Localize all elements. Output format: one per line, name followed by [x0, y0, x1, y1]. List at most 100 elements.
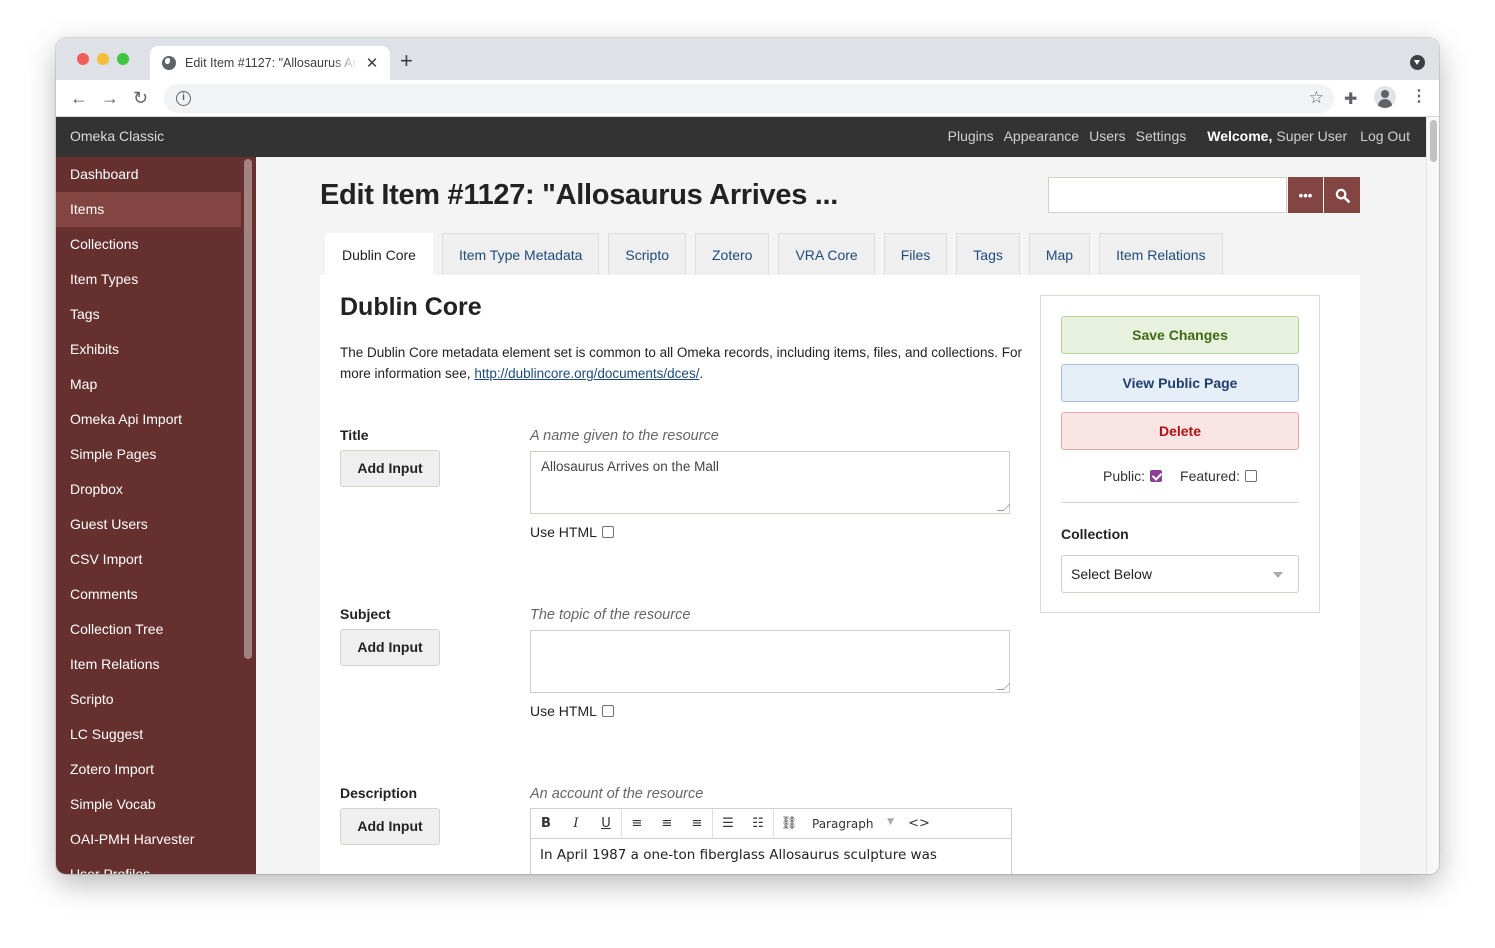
address-bar[interactable]: i ☆ [164, 84, 1334, 113]
back-icon[interactable]: ← [70, 88, 88, 108]
scrollbar-thumb[interactable] [1430, 120, 1437, 162]
tab-map[interactable]: Map [1028, 233, 1091, 275]
sidebar-item-lc-suggest[interactable]: LC Suggest [56, 717, 241, 752]
add-input-button[interactable]: Add Input [340, 629, 440, 666]
site-info-icon[interactable]: i [176, 91, 191, 106]
sidebar-item-dropbox[interactable]: Dropbox [56, 472, 241, 507]
sidebar-item-tags[interactable]: Tags [56, 297, 241, 332]
underline-icon[interactable]: U [591, 816, 621, 831]
tab-vra-core[interactable]: VRA Core [778, 233, 875, 275]
page-scrollbar[interactable] [1426, 117, 1439, 874]
tab-scripto[interactable]: Scripto [608, 233, 686, 275]
field-label: Subject [340, 606, 391, 622]
featured-checkbox[interactable] [1244, 470, 1257, 482]
align-left-icon[interactable]: ≡ [622, 816, 652, 831]
sidebar-item-collections[interactable]: Collections [56, 227, 241, 262]
sidebar-item-item-types[interactable]: Item Types [56, 262, 241, 297]
browser-toolbar: ← → ↻ i ☆ ✚ ⋮ [56, 80, 1439, 117]
sidebar-item-simple-pages[interactable]: Simple Pages [56, 437, 241, 472]
nav-settings[interactable]: Settings [1136, 128, 1187, 144]
use-html-checkbox[interactable] [601, 526, 614, 538]
rich-text-editor: B I U ≡ ≡ ≡ ☰ ☷ ⛓ Paragraph ▼ <> In Apri… [530, 808, 1012, 874]
italic-icon[interactable]: I [561, 816, 591, 831]
sidebar-item-user-profiles[interactable]: User Profiles [56, 857, 241, 874]
format-select[interactable]: Paragraph ▼ [804, 817, 904, 831]
bookmark-star-icon[interactable]: ☆ [1309, 88, 1324, 108]
tab-strip: Edit Item #1127: "Allosaurus Arrives on … [56, 38, 1439, 80]
sidebar-item-items[interactable]: Items [56, 192, 241, 227]
align-center-icon[interactable]: ≡ [652, 816, 682, 831]
search-submit-button[interactable] [1323, 177, 1360, 213]
sidebar-item-item-relations[interactable]: Item Relations [56, 647, 241, 682]
browser-menu-icon[interactable]: ⋮ [1411, 87, 1427, 107]
new-tab-button[interactable]: + [400, 50, 413, 72]
browser-tab[interactable]: Edit Item #1127: "Allosaurus Arrives on … [150, 46, 390, 80]
use-html-checkbox[interactable] [601, 705, 614, 717]
section-description: The Dublin Core metadata element set is … [340, 342, 1030, 384]
add-input-button[interactable]: Add Input [340, 808, 440, 845]
nav-users[interactable]: Users [1089, 128, 1126, 144]
delete-button[interactable]: Delete [1061, 412, 1299, 450]
nav-appearance[interactable]: Appearance [1004, 128, 1080, 144]
dcmi-link[interactable]: http://dublincore.org/documents/dces/ [474, 366, 699, 381]
forward-icon[interactable]: → [101, 88, 119, 108]
chevron-down-icon: ▼ [887, 816, 894, 827]
sidebar-item-simple-vocab[interactable]: Simple Vocab [56, 787, 241, 822]
title-textarea[interactable]: Allosaurus Arrives on the Mall [530, 451, 1010, 514]
divider [1061, 502, 1299, 503]
description-end: . [699, 366, 704, 381]
tab-tags[interactable]: Tags [956, 233, 1020, 275]
maximize-window-button[interactable] [117, 53, 129, 65]
tab-title: Edit Item #1127: "Allosaurus Arrives on … [185, 56, 358, 70]
description-editor-body[interactable]: In April 1987 a one-ton fiberglass Allos… [531, 839, 1011, 874]
reload-icon[interactable]: ↻ [133, 88, 148, 108]
link-icon[interactable]: ⛓ [774, 816, 804, 831]
bold-icon[interactable]: B [531, 816, 561, 831]
source-code-icon[interactable]: <> [904, 816, 934, 831]
align-right-icon[interactable]: ≡ [682, 816, 712, 831]
sidebar-item-guest-users[interactable]: Guest Users [56, 507, 241, 542]
advanced-search-button[interactable]: ••• [1287, 177, 1323, 213]
sidebar-item-oai-pmh-harvester[interactable]: OAI-PMH Harvester [56, 822, 241, 857]
add-input-button[interactable]: Add Input [340, 450, 440, 487]
use-html-label: Use HTML [530, 524, 597, 540]
close-window-button[interactable] [77, 53, 89, 65]
logout-link[interactable]: Log Out [1360, 128, 1410, 144]
public-checkbox[interactable] [1150, 470, 1163, 482]
profile-avatar-icon[interactable] [1374, 86, 1396, 108]
sidebar-item-map[interactable]: Map [56, 367, 241, 402]
use-html-toggle[interactable]: Use HTML [530, 703, 614, 719]
sidebar-item-comments[interactable]: Comments [56, 577, 241, 612]
sidebar-item-csv-import[interactable]: CSV Import [56, 542, 241, 577]
extensions-puzzle-icon[interactable]: ✚ [1344, 89, 1357, 109]
sidebar-item-exhibits[interactable]: Exhibits [56, 332, 241, 367]
sidebar-item-zotero-import[interactable]: Zotero Import [56, 752, 241, 787]
sidebar-item-collection-tree[interactable]: Collection Tree [56, 612, 241, 647]
numbered-list-icon[interactable]: ☷ [743, 816, 773, 831]
welcome-label: Welcome, [1207, 128, 1273, 144]
tab-item-relations[interactable]: Item Relations [1099, 233, 1223, 275]
sidebar-scrollbar[interactable] [244, 159, 252, 659]
use-html-toggle[interactable]: Use HTML [530, 524, 614, 540]
sidebar-item-scripto[interactable]: Scripto [56, 682, 241, 717]
subject-textarea[interactable] [530, 630, 1010, 693]
search-input[interactable] [1048, 177, 1287, 213]
tab-files[interactable]: Files [883, 233, 948, 275]
site-brand[interactable]: Omeka Classic [70, 128, 164, 144]
tab-item-type-metadata[interactable]: Item Type Metadata [441, 233, 600, 275]
field-hint: An account of the resource [530, 786, 704, 802]
collection-select[interactable]: Select Below [1061, 555, 1299, 593]
view-public-page-button[interactable]: View Public Page [1061, 364, 1299, 402]
omeka-admin: Omeka Classic Plugins Appearance Users S… [56, 117, 1426, 874]
tab-search-icon[interactable] [1410, 55, 1425, 70]
sidebar-item-dashboard[interactable]: Dashboard [56, 157, 241, 192]
nav-plugins[interactable]: Plugins [948, 128, 994, 144]
minimize-window-button[interactable] [97, 53, 109, 65]
user-name-link[interactable]: Super User [1276, 128, 1347, 144]
tab-dublin-core[interactable]: Dublin Core [325, 233, 433, 275]
close-tab-icon[interactable]: ✕ [364, 54, 380, 72]
save-changes-button[interactable]: Save Changes [1061, 316, 1299, 354]
sidebar-item-omeka-api-import[interactable]: Omeka Api Import [56, 402, 241, 437]
tab-zotero[interactable]: Zotero [695, 233, 770, 275]
bullet-list-icon[interactable]: ☰ [713, 816, 743, 831]
